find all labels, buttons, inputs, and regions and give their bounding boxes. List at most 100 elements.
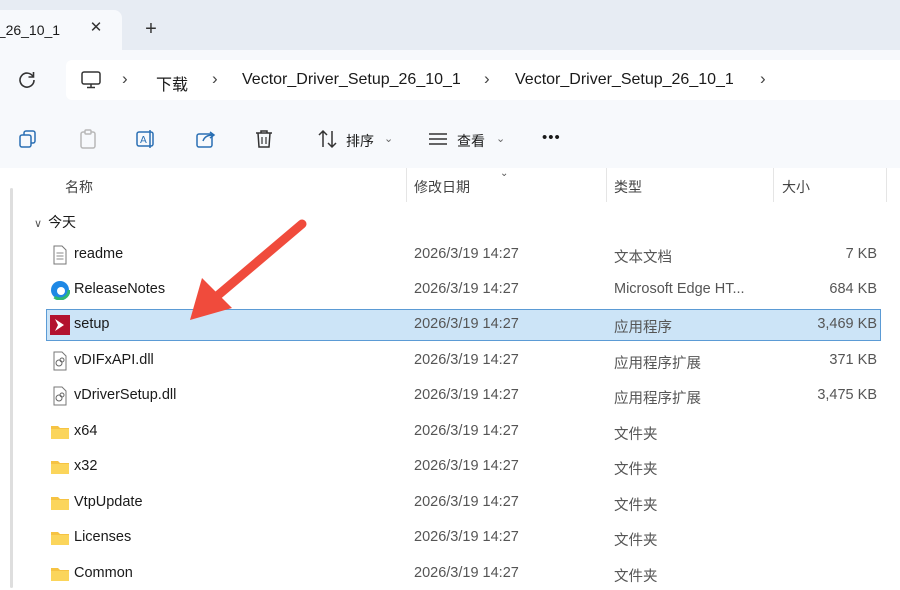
rename-icon[interactable]: A	[134, 127, 158, 151]
column-type-label: 类型	[614, 179, 642, 195]
column-divider[interactable]	[886, 168, 887, 202]
folder-row-x32[interactable]: x32 2026/3/19 14:27 文件夹	[46, 451, 881, 483]
file-row-vdifxapi[interactable]: vDIFxAPI.dll 2026/3/19 14:27 应用程序扩展 371 …	[46, 345, 881, 377]
scrollbar[interactable]	[10, 188, 13, 588]
view-icon[interactable]	[426, 127, 450, 151]
folder-icon	[50, 493, 70, 513]
file-date: 2026/3/19 14:27	[414, 423, 519, 439]
file-type: 文件夹	[614, 498, 658, 514]
file-size: 3,469 KB	[817, 316, 877, 332]
chevron-down-icon[interactable]: ⌄	[384, 132, 393, 145]
file-name: x32	[74, 458, 98, 474]
column-name-label: 名称	[65, 179, 93, 195]
file-size: 371 KB	[829, 352, 877, 368]
address-bar[interactable]: › 下载 › Vector_Driver_Setup_26_10_1 › Vec…	[66, 60, 900, 100]
file-type: 文件夹	[614, 533, 658, 549]
file-row-releasenotes[interactable]: ReleaseNotes 2026/3/19 14:27 Microsoft E…	[46, 274, 881, 306]
share-icon[interactable]	[194, 127, 218, 151]
file-type: 文件夹	[614, 569, 658, 585]
file-row-vdriversetup[interactable]: vDriverSetup.dll 2026/3/19 14:27 应用程序扩展 …	[46, 380, 881, 412]
dll-file-icon	[50, 351, 70, 371]
breadcrumb-separator-icon[interactable]: ›	[484, 69, 490, 89]
command-bar: A 排序 ⌄ 查看 ⌄ •••	[0, 110, 900, 169]
file-name: Licenses	[74, 529, 132, 545]
file-date: 2026/3/19 14:27	[414, 352, 519, 368]
more-options-button[interactable]: •••	[542, 129, 561, 146]
breadcrumb-separator-icon[interactable]: ›	[212, 69, 218, 89]
file-type: 文件夹	[614, 427, 658, 443]
group-header-today[interactable]: ∨ 今天	[34, 212, 76, 232]
delete-icon[interactable]	[252, 127, 276, 151]
column-header-type[interactable]: 类型	[607, 168, 773, 202]
folder-row-common[interactable]: Common 2026/3/19 14:27 文件夹	[46, 558, 881, 590]
folder-row-vtpupdate[interactable]: VtpUpdate 2026/3/19 14:27 文件夹	[46, 487, 881, 519]
tab-title: p_26_10_1	[0, 22, 61, 38]
refresh-icon[interactable]	[14, 67, 40, 93]
copy-icon[interactable]	[16, 127, 40, 151]
column-date-label: 修改日期	[414, 179, 470, 195]
file-date: 2026/3/19 14:27	[414, 494, 519, 510]
sort-icon[interactable]	[316, 127, 340, 151]
paste-icon[interactable]	[76, 127, 100, 151]
chevron-down-icon[interactable]: ⌄	[496, 132, 505, 145]
file-type: 应用程序扩展	[614, 391, 701, 407]
computer-icon[interactable]	[80, 70, 102, 90]
close-icon[interactable]: ✕	[86, 18, 106, 38]
file-row-setup[interactable]: setup 2026/3/19 14:27 应用程序 3,469 KB	[46, 309, 881, 341]
file-type: 应用程序扩展	[614, 356, 701, 372]
svg-text:A: A	[140, 135, 147, 146]
file-name: Common	[74, 565, 133, 581]
breadcrumb-folder-2[interactable]: Vector_Driver_Setup_26_10_1	[515, 71, 734, 89]
navigation-bar: › 下载 › Vector_Driver_Setup_26_10_1 › Vec…	[0, 50, 900, 110]
file-type: 应用程序	[614, 320, 672, 336]
chevron-down-icon[interactable]: ∨	[34, 218, 42, 230]
sort-button[interactable]: 排序	[346, 131, 374, 151]
folder-icon	[50, 422, 70, 442]
file-name: readme	[74, 246, 124, 262]
annotation-arrow-icon	[190, 219, 307, 320]
text-file-icon	[50, 245, 70, 265]
view-button[interactable]: 查看	[457, 131, 485, 151]
file-size: 7 KB	[845, 246, 877, 262]
file-row-readme[interactable]: readme 2026/3/19 14:27 文本文档 7 KB	[46, 239, 881, 271]
group-label: 今天	[48, 214, 77, 230]
file-date: 2026/3/19 14:27	[414, 246, 519, 262]
tab-strip: p_26_10_1 ✕ +	[0, 0, 900, 50]
breadcrumb-folder-1[interactable]: Vector_Driver_Setup_26_10_1	[242, 71, 461, 89]
file-size: 684 KB	[829, 281, 877, 297]
file-name: x64	[74, 423, 98, 439]
dll-file-icon	[50, 386, 70, 406]
file-date: 2026/3/19 14:27	[414, 565, 519, 581]
file-name: vDIFxAPI.dll	[74, 352, 154, 368]
file-name: vDriverSetup.dll	[74, 387, 177, 403]
folder-icon	[50, 457, 70, 477]
file-date: 2026/3/19 14:27	[414, 387, 519, 403]
column-size-label: 大小	[782, 179, 810, 195]
setup-app-icon	[50, 315, 70, 335]
file-type: Microsoft Edge HT...	[614, 281, 745, 297]
file-list-pane: 名称 ⌄ 修改日期 类型 大小 ∨ 今天 readme 2026/3/19 14:…	[0, 168, 900, 590]
breadcrumb-downloads[interactable]: 下载	[156, 71, 188, 95]
edge-icon	[49, 279, 71, 301]
folder-icon	[50, 528, 70, 548]
file-date: 2026/3/19 14:27	[414, 458, 519, 474]
breadcrumb-separator-icon[interactable]: ›	[760, 69, 766, 89]
folder-icon	[50, 564, 70, 584]
breadcrumb-separator-icon[interactable]: ›	[122, 69, 128, 89]
column-header-date[interactable]: 修改日期	[407, 168, 606, 202]
file-date: 2026/3/19 14:27	[414, 316, 519, 332]
file-type: 文本文档	[614, 250, 672, 266]
new-tab-button[interactable]: +	[140, 19, 162, 41]
column-header-name[interactable]: 名称	[22, 168, 406, 202]
folder-row-x64[interactable]: x64 2026/3/19 14:27 文件夹	[46, 416, 881, 448]
file-name: setup	[74, 316, 110, 332]
column-header-size[interactable]: 大小	[774, 168, 886, 202]
file-date: 2026/3/19 14:27	[414, 529, 519, 545]
file-name: ReleaseNotes	[74, 281, 166, 297]
folder-row-licenses[interactable]: Licenses 2026/3/19 14:27 文件夹	[46, 522, 881, 554]
tab-active[interactable]: p_26_10_1 ✕	[0, 10, 122, 50]
file-date: 2026/3/19 14:27	[414, 281, 519, 297]
file-name: VtpUpdate	[74, 494, 143, 510]
file-size: 3,475 KB	[817, 387, 877, 403]
file-type: 文件夹	[614, 462, 658, 478]
